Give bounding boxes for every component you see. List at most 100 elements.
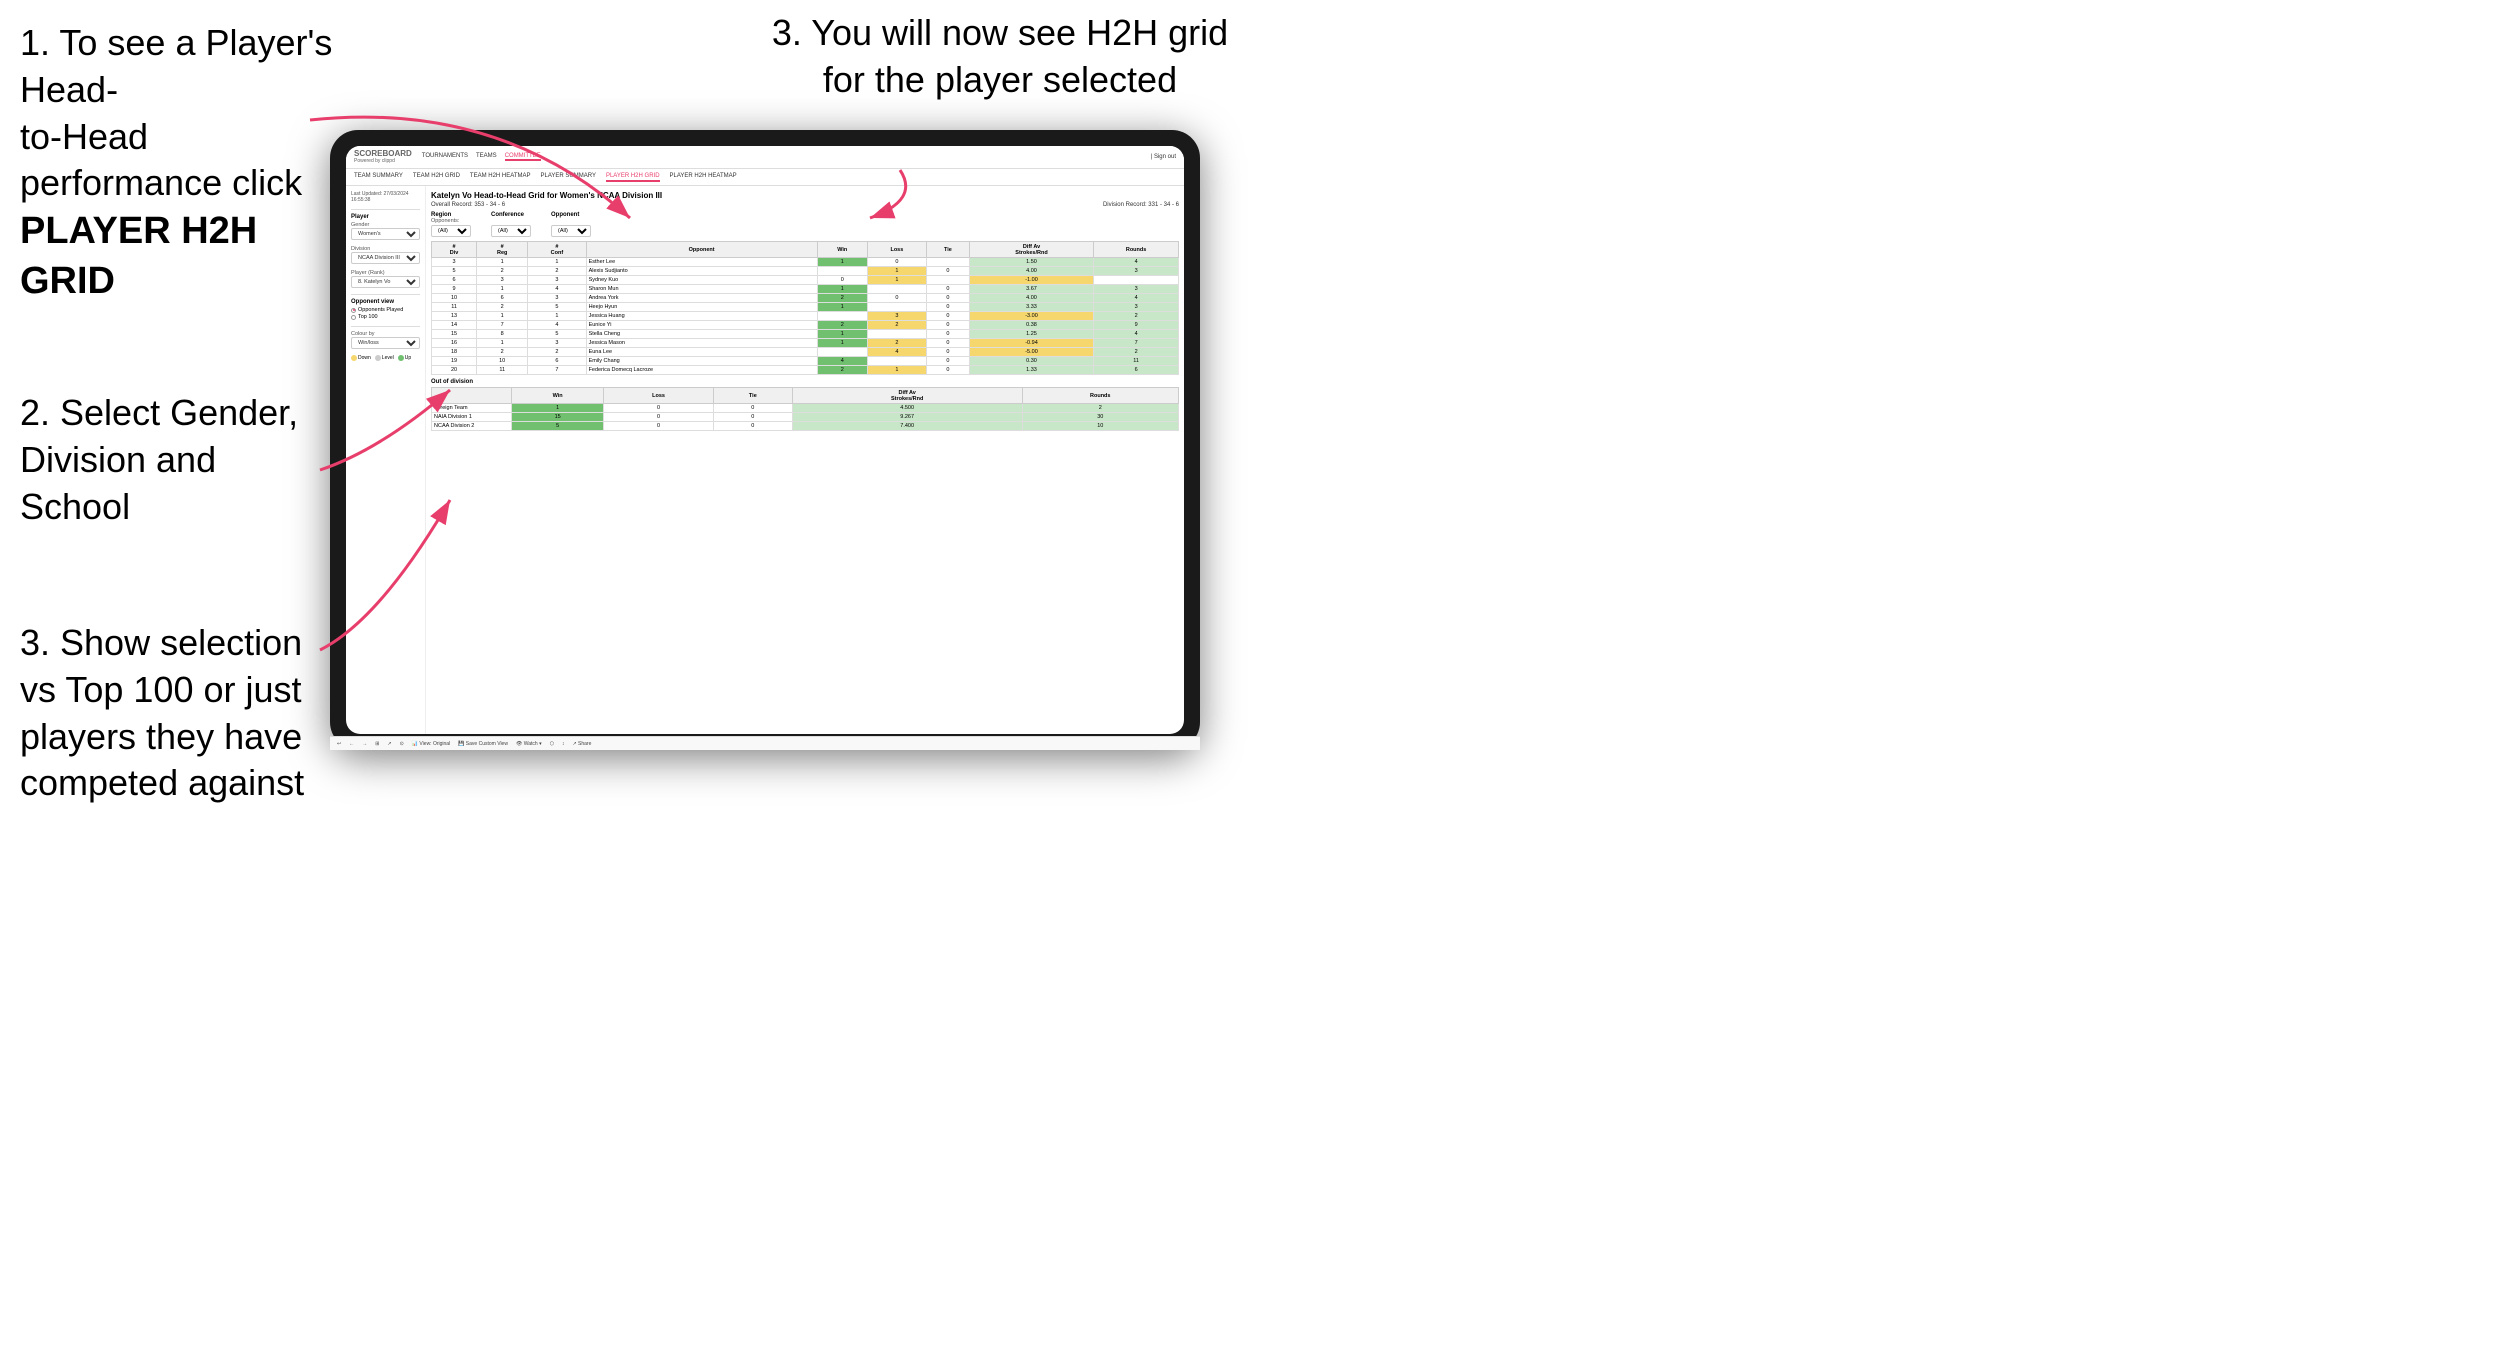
colour-by-select[interactable]: Win/loss (351, 337, 420, 349)
table-cell (817, 312, 867, 321)
ood-col-loss: Loss (604, 388, 714, 404)
ood-table-cell: 0 (713, 413, 792, 422)
ood-col-tie: Tie (713, 388, 792, 404)
table-cell: 13 (432, 312, 477, 321)
table-cell: 2 (528, 267, 586, 276)
nav-links: TOURNAMENTS TEAMS COMMITTEE (422, 153, 541, 161)
table-cell (927, 276, 970, 285)
table-cell: 0 (927, 267, 970, 276)
table-cell: 14 (432, 321, 477, 330)
sub-nav-team-h2h-heatmap[interactable]: TEAM H2H HEATMAP (470, 172, 531, 182)
table-cell: 2 (1094, 348, 1179, 357)
table-cell: 6 (477, 294, 528, 303)
radio-opponents-played[interactable]: Opponents Played (351, 307, 420, 313)
region-select[interactable]: (All) (431, 225, 471, 237)
table-cell: 11 (432, 303, 477, 312)
conference-select[interactable]: (All) (491, 225, 531, 237)
col-conf: #Conf (528, 242, 586, 258)
opponent-radio-group: Opponents Played Top 100 (351, 307, 420, 320)
table-cell: 10 (477, 357, 528, 366)
table-row: 1311Jessica Huang30-3.002 (432, 312, 1179, 321)
table-cell: 1.50 (969, 258, 1093, 267)
ood-table-cell: 0 (604, 413, 714, 422)
table-cell: 1 (817, 330, 867, 339)
table-cell: 4.00 (969, 294, 1093, 303)
table-cell: 1 (477, 258, 528, 267)
table-cell: 0 (927, 321, 970, 330)
nav-committee[interactable]: COMMITTEE (505, 153, 541, 161)
division-select[interactable]: NCAA Division III NCAA Division I NCAA D… (351, 252, 420, 264)
sidebar-player-section: Player Gender Women's Men's Division NCA (351, 214, 420, 288)
table-cell: Sharon Mun (586, 285, 817, 294)
instruction-mid-left: 2. Select Gender, Division and School (20, 390, 320, 530)
out-of-division-label: Out of division (431, 379, 1179, 385)
ood-col-name (432, 388, 512, 404)
table-cell: 4 (528, 285, 586, 294)
table-cell: Jessica Mason (586, 339, 817, 348)
table-cell: 1 (817, 285, 867, 294)
player-rank-select[interactable]: 8. Katelyn Vo (351, 276, 420, 288)
table-cell: 2 (477, 267, 528, 276)
ood-table-cell: 0 (713, 404, 792, 413)
table-cell: 15 (432, 330, 477, 339)
ood-table-cell: Foreign Team (432, 404, 512, 413)
table-cell: Stella Cheng (586, 330, 817, 339)
table-cell: 1 (477, 312, 528, 321)
table-cell: 11 (477, 366, 528, 375)
ood-table-cell: 0 (604, 404, 714, 413)
ood-table-cell: 10 (1022, 422, 1179, 431)
gender-select[interactable]: Women's Men's (351, 228, 420, 240)
table-cell: 1 (867, 267, 926, 276)
table-cell: 5 (528, 303, 586, 312)
instruction-top-right: 3. You will now see H2H gridfor the play… (750, 10, 1250, 104)
ood-table-cell: 0 (604, 422, 714, 431)
table-row: 1474Eunice Yi2200.389 (432, 321, 1179, 330)
instruction-bottom-left: 3. Show selection vs Top 100 or just pla… (20, 620, 330, 807)
col-tie: Tie (927, 242, 970, 258)
table-cell: 1 (477, 285, 528, 294)
table-cell: 9 (1094, 321, 1179, 330)
table-cell: 0 (927, 303, 970, 312)
col-rounds: Rounds (1094, 242, 1179, 258)
table-cell: -0.94 (969, 339, 1093, 348)
table-cell: 8 (477, 330, 528, 339)
opponent-select[interactable]: (All) (551, 225, 591, 237)
table-cell: 2 (477, 348, 528, 357)
sidebar-opponent-view: Opponent view Opponents Played Top 100 (351, 299, 420, 320)
table-cell: 2 (1094, 312, 1179, 321)
table-cell: 1 (477, 339, 528, 348)
sub-nav-player-h2h-heatmap[interactable]: PLAYER H2H HEATMAP (670, 172, 737, 182)
sub-nav-team-h2h-grid[interactable]: TEAM H2H GRID (413, 172, 460, 182)
radio-top100[interactable]: Top 100 (351, 314, 420, 320)
sub-nav-player-summary[interactable]: PLAYER SUMMARY (540, 172, 595, 182)
table-cell: 7 (477, 321, 528, 330)
table-cell: 3 (528, 294, 586, 303)
legend-level: Level (375, 355, 394, 361)
table-cell: 0 (927, 285, 970, 294)
table-cell: 9 (432, 285, 477, 294)
table-cell: 18 (432, 348, 477, 357)
table-cell: 2 (867, 321, 926, 330)
table-cell: 2 (528, 348, 586, 357)
table-cell: Jessica Huang (586, 312, 817, 321)
table-cell: 0 (927, 294, 970, 303)
table-cell: 0 (927, 348, 970, 357)
table-cell (817, 267, 867, 276)
table-cell: Eunice Yi (586, 321, 817, 330)
out-of-division-table: Win Loss Tie Diff AvStrokes/Rnd Rounds F… (431, 387, 1179, 431)
table-cell: 4 (817, 357, 867, 366)
ood-col-diff: Diff AvStrokes/Rnd (792, 388, 1022, 404)
nav-sign-out[interactable]: | Sign out (1151, 154, 1176, 160)
nav-tournaments[interactable]: TOURNAMENTS (422, 153, 468, 161)
table-cell (867, 357, 926, 366)
sub-nav-player-h2h-grid[interactable]: PLAYER H2H GRID (606, 172, 660, 182)
filter-opponent: Opponent (All) (551, 212, 591, 237)
legend-dot-level (375, 355, 381, 361)
nav-teams[interactable]: TEAMS (476, 153, 497, 161)
table-cell: 1.33 (969, 366, 1093, 375)
sub-nav-team-summary[interactable]: TEAM SUMMARY (354, 172, 403, 182)
table-row: 19106Emily Chang400.3011 (432, 357, 1179, 366)
main-table: #Div #Reg #Conf Opponent Win Loss Tie Di… (431, 241, 1179, 375)
table-cell: 3 (528, 339, 586, 348)
ood-table-cell: 0 (713, 422, 792, 431)
